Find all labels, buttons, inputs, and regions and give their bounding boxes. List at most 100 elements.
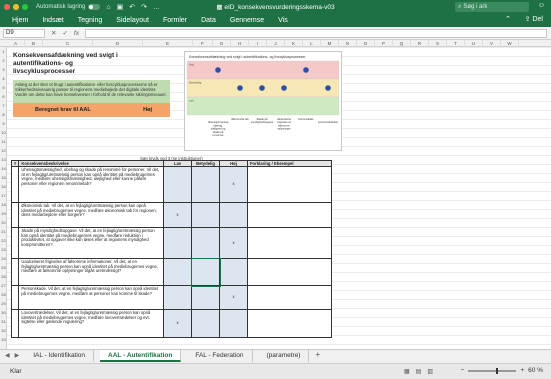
column-header[interactable]: F: [193, 40, 213, 47]
row-header[interactable]: 12: [0, 148, 7, 153]
column-header[interactable]: A: [7, 40, 25, 47]
column-header[interactable]: P: [375, 40, 393, 47]
cell-note[interactable]: [247, 285, 332, 310]
cell-lav[interactable]: [163, 285, 192, 310]
close-window-button[interactable]: [4, 4, 10, 10]
column-header[interactable]: K: [285, 40, 303, 47]
cell-hoj[interactable]: x: [219, 166, 248, 203]
row-header[interactable]: 33: [0, 337, 7, 342]
more-icon[interactable]: …: [153, 4, 160, 11]
sheet-tab-fal[interactable]: FAL - Federation: [187, 350, 253, 362]
row-header[interactable]: 8: [0, 112, 7, 117]
row-header[interactable]: 30: [0, 310, 7, 315]
tab-gennemse[interactable]: Gennemse: [230, 17, 264, 24]
zoom-out-button[interactable]: −: [461, 367, 465, 374]
tab-vis[interactable]: Vis: [278, 17, 288, 24]
column-header[interactable]: N: [339, 40, 357, 47]
column-header[interactable]: O: [357, 40, 375, 47]
cell-betydelig[interactable]: [191, 285, 220, 310]
row-header[interactable]: 31: [0, 319, 7, 324]
cell-note[interactable]: [247, 166, 332, 203]
row-header[interactable]: 18: [0, 202, 7, 207]
cell-lav[interactable]: [163, 166, 192, 203]
tab-tegning[interactable]: Tegning: [78, 17, 103, 24]
cell-hoj[interactable]: x: [219, 285, 248, 310]
column-header[interactable]: V: [483, 40, 501, 47]
cell-hoj[interactable]: [219, 202, 248, 228]
share-button[interactable]: ⇪ Del: [525, 15, 543, 23]
row-header[interactable]: 28: [0, 292, 7, 297]
row-header[interactable]: 5: [0, 85, 7, 90]
row-header[interactable]: 17: [0, 193, 7, 198]
row-header[interactable]: 19: [0, 211, 7, 216]
cell-lav[interactable]: [163, 258, 192, 286]
cell-hoj[interactable]: [219, 309, 248, 338]
column-header[interactable]: C: [43, 40, 93, 47]
cell-lav[interactable]: x: [163, 309, 192, 338]
cell-betydelig[interactable]: [191, 227, 220, 259]
column-header[interactable]: T: [447, 40, 465, 47]
autosave-toggle[interactable]: [88, 4, 101, 10]
column-header[interactable]: G: [213, 40, 231, 47]
home-icon[interactable]: ⌂: [106, 4, 110, 11]
cell-note[interactable]: [247, 227, 332, 259]
column-header[interactable]: S: [429, 40, 447, 47]
column-header[interactable]: D: [93, 40, 143, 47]
cell-betydelig[interactable]: [191, 166, 220, 203]
column-header[interactable]: R: [411, 40, 429, 47]
sheet-tab-aal[interactable]: AAL - Autentifikation: [100, 350, 182, 362]
sheet-tab-ial[interactable]: IAL - Identifikation: [25, 350, 95, 362]
cell-note[interactable]: [247, 258, 332, 286]
row-header[interactable]: 26: [0, 274, 7, 279]
redo-icon[interactable]: ↷: [141, 3, 147, 11]
feedback-smiley-icon[interactable]: ☺: [538, 2, 545, 9]
page-break-view-icon[interactable]: ▥: [427, 368, 433, 375]
cell-betydelig[interactable]: [190, 257, 221, 287]
sheet-tab-parametre[interactable]: (parametre): [259, 350, 310, 362]
row-header[interactable]: 25: [0, 265, 7, 270]
page-layout-view-icon[interactable]: ▤: [416, 368, 422, 375]
next-sheet-icon[interactable]: ▶: [15, 352, 20, 359]
row-header[interactable]: 9: [0, 121, 7, 126]
minimize-window-button[interactable]: [13, 4, 19, 10]
row-header[interactable]: 24: [0, 256, 7, 261]
row-header[interactable]: 6: [0, 94, 7, 99]
column-header[interactable]: E: [143, 40, 193, 47]
row-header[interactable]: 7: [0, 103, 7, 108]
function-icon[interactable]: fx: [74, 30, 79, 37]
zoom-in-button[interactable]: +: [520, 367, 524, 374]
normal-view-icon[interactable]: ▦: [404, 368, 410, 375]
row-header[interactable]: 20: [0, 220, 7, 225]
row-header[interactable]: 29: [0, 301, 7, 306]
row-header[interactable]: 23: [0, 247, 7, 252]
row-header[interactable]: 27: [0, 283, 7, 288]
cell-betydelig[interactable]: [191, 309, 220, 338]
consequence-chart[interactable]: Konsekvensafdækning ved svigt i autentif…: [184, 51, 342, 151]
row-header[interactable]: 3: [0, 67, 7, 72]
row-header[interactable]: 13: [0, 157, 7, 162]
row-header[interactable]: 32: [0, 328, 7, 333]
tab-data[interactable]: Data: [201, 17, 216, 24]
row-header[interactable]: 15: [0, 175, 7, 180]
tab-sidelayout[interactable]: Sidelayout: [116, 17, 149, 24]
undo-icon[interactable]: ↶: [129, 3, 135, 11]
column-header[interactable]: U: [465, 40, 483, 47]
column-header[interactable]: I: [249, 40, 267, 47]
column-header[interactable]: Q: [393, 40, 411, 47]
collapse-ribbon-icon[interactable]: ⌃: [505, 15, 511, 23]
cell-note[interactable]: [247, 202, 332, 228]
name-box[interactable]: D9: [3, 28, 45, 38]
add-sheet-button[interactable]: +: [315, 350, 320, 359]
search-input[interactable]: ⌕ Søg i ark: [455, 2, 529, 12]
row-header[interactable]: 21: [0, 229, 7, 234]
save-icon[interactable]: ▣: [117, 3, 124, 11]
cell-lav[interactable]: x: [163, 202, 192, 228]
tab-hjem[interactable]: Hjem: [12, 17, 28, 24]
prev-sheet-icon[interactable]: ◀: [5, 352, 10, 359]
maximize-window-button[interactable]: [22, 4, 28, 10]
confirm-icon[interactable]: ✓: [62, 29, 67, 37]
zoom-slider[interactable]: [468, 367, 517, 374]
formula-input[interactable]: [84, 28, 547, 38]
cell-hoj[interactable]: [219, 258, 248, 286]
cell-hoj[interactable]: x: [219, 227, 248, 259]
